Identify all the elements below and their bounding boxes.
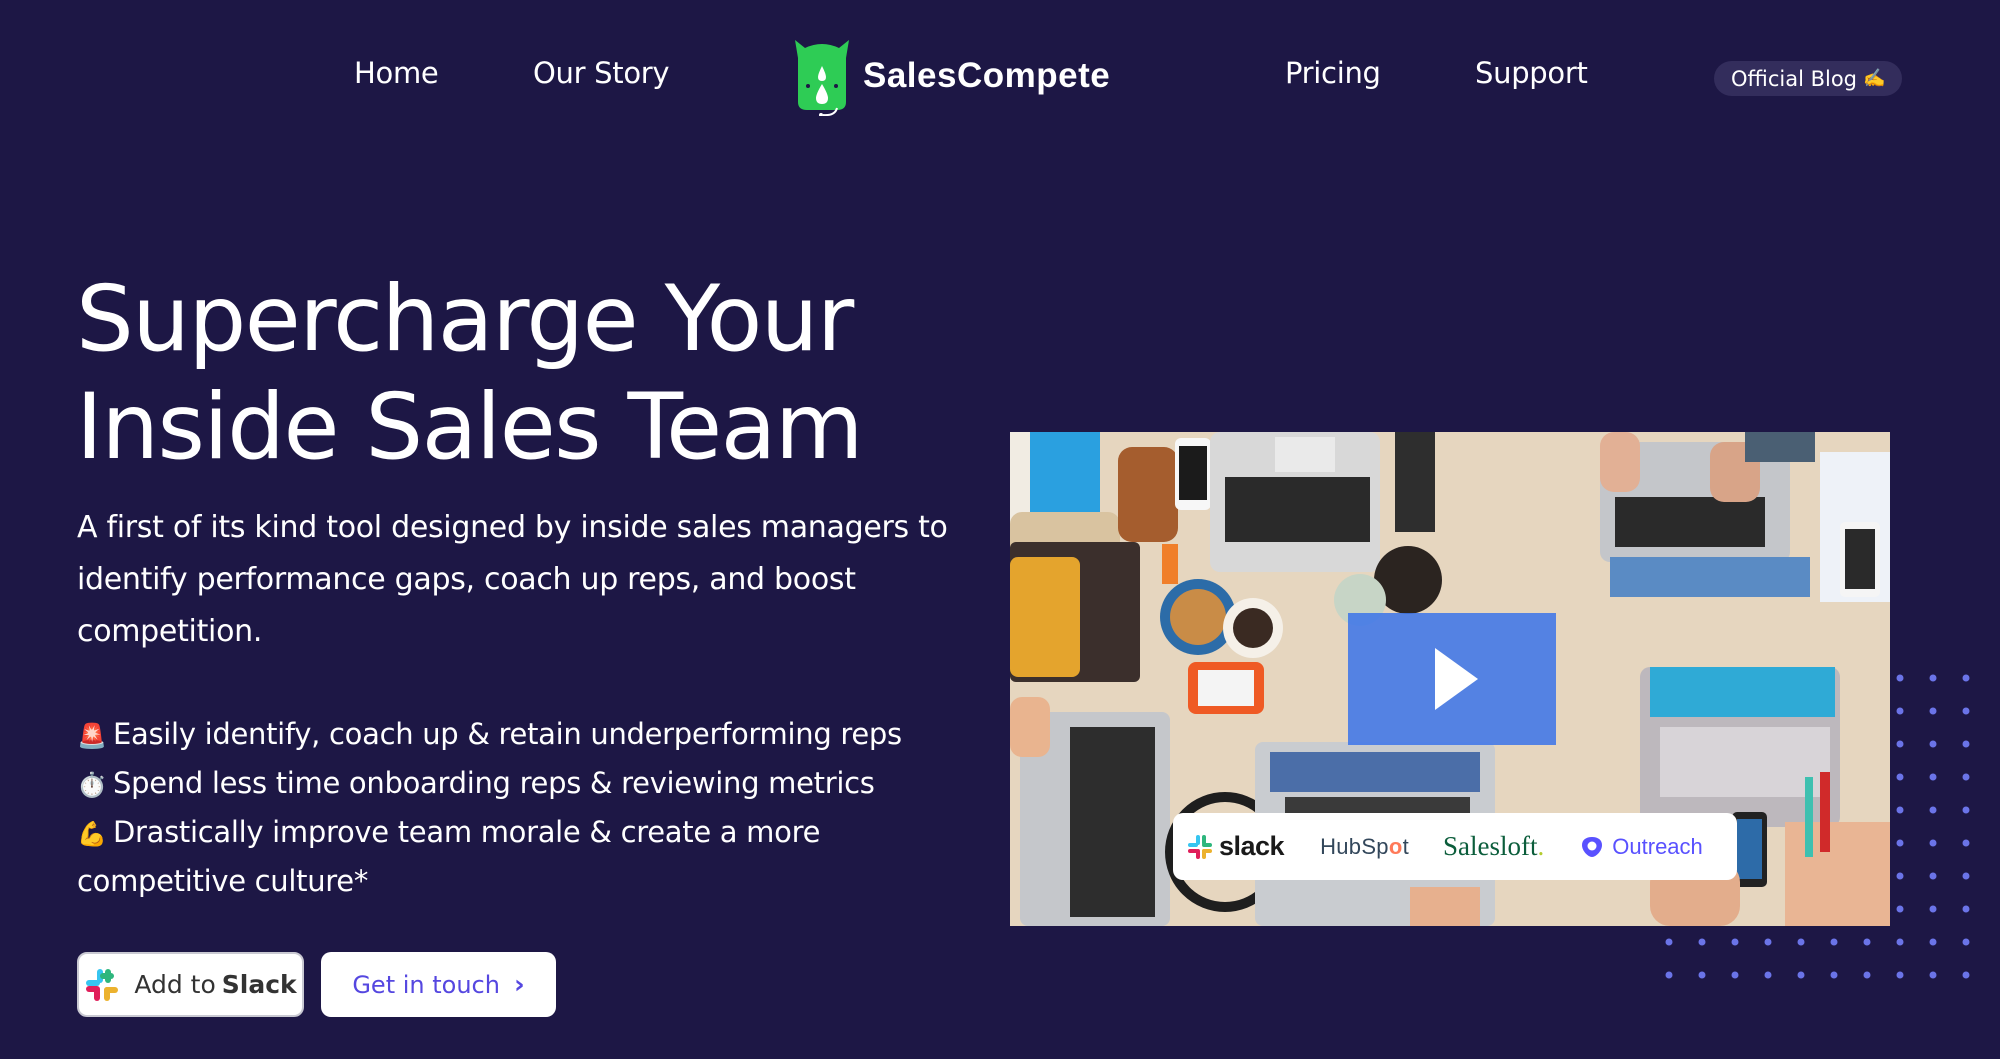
partner-hubspot: HubSp o t bbox=[1320, 834, 1409, 860]
add-to-slack-prefix: Add to bbox=[134, 970, 216, 999]
decorative-dot bbox=[1896, 938, 1904, 946]
decorative-dot bbox=[1896, 707, 1904, 715]
stopwatch-icon: ⏱️ bbox=[77, 771, 107, 799]
outreach-logo-icon bbox=[1582, 836, 1603, 857]
benefit-item: 💪 Drastically improve team morale & creat… bbox=[77, 809, 977, 905]
play-video-button[interactable] bbox=[1348, 613, 1556, 745]
hero-title-line-1: Supercharge Your bbox=[76, 267, 854, 372]
decorative-dot bbox=[1929, 674, 1937, 682]
decorative-dot bbox=[1962, 773, 1970, 781]
play-icon bbox=[1434, 648, 1478, 710]
hero-title-line-2: Inside Sales Team bbox=[76, 375, 864, 480]
decorative-dot bbox=[1962, 938, 1970, 946]
decorative-dot bbox=[1929, 938, 1937, 946]
official-blog-label: Official Blog bbox=[1731, 66, 1858, 91]
partner-outreach-name: Outreach bbox=[1612, 833, 1703, 859]
add-to-slack-button[interactable]: Add to Slack bbox=[77, 952, 304, 1017]
decorative-dot bbox=[1929, 707, 1937, 715]
partner-salesloft: Salesloft. bbox=[1443, 831, 1544, 862]
decorative-dot bbox=[1764, 938, 1772, 946]
decorative-dot bbox=[1863, 971, 1871, 979]
partner-slack: slack bbox=[1187, 831, 1285, 862]
nav-pricing-link[interactable]: Pricing bbox=[1285, 56, 1381, 90]
hero-subtitle: A first of its kind tool designed by ins… bbox=[77, 510, 948, 649]
decorative-dot bbox=[1962, 674, 1970, 682]
decorative-dot bbox=[1698, 971, 1706, 979]
decorative-dot bbox=[1731, 938, 1739, 946]
decorative-dot bbox=[1896, 773, 1904, 781]
slack-logo-icon bbox=[1188, 834, 1212, 859]
brand-logo-link[interactable]: SalesCompete bbox=[793, 36, 1110, 116]
benefits-list: 🚨 Easily identify, coach up & retain unde… bbox=[77, 711, 977, 905]
decorative-dot bbox=[1896, 905, 1904, 913]
nav-home-link[interactable]: Home bbox=[354, 56, 439, 90]
decorative-dot bbox=[1698, 938, 1706, 946]
partner-hubspot-name-part: HubSp bbox=[1320, 833, 1389, 859]
decorative-dot bbox=[1896, 740, 1904, 748]
hubspot-sprocket-icon: o bbox=[1388, 833, 1403, 859]
decorative-dot bbox=[1962, 740, 1970, 748]
decorative-dot bbox=[1896, 971, 1904, 979]
decorative-dot bbox=[1764, 971, 1772, 979]
partner-slack-name: slack bbox=[1219, 831, 1285, 861]
chevron-right-icon: › bbox=[513, 969, 525, 1000]
benefit-item: ⏱️ Spend less time onboarding reps & revi… bbox=[77, 760, 977, 809]
official-blog-link[interactable]: Official Blog ✍️ bbox=[1714, 61, 1903, 96]
partner-salesloft-name: Salesloft bbox=[1443, 831, 1538, 861]
decorative-dot bbox=[1797, 971, 1805, 979]
decorative-dot bbox=[1962, 707, 1970, 715]
slack-logo-icon bbox=[86, 968, 119, 1001]
decorative-dot bbox=[1962, 905, 1970, 913]
siren-icon: 🚨 bbox=[77, 722, 107, 750]
decorative-dot bbox=[1929, 806, 1937, 814]
brand-name: SalesCompete bbox=[863, 56, 1111, 95]
partner-logos-bar: slack HubSp o t Salesloft. Outreach bbox=[1173, 813, 1737, 880]
rhino-logo-icon bbox=[795, 40, 849, 116]
decorative-dot bbox=[1896, 806, 1904, 814]
nav-our-story-link[interactable]: Our Story bbox=[533, 56, 670, 90]
get-in-touch-button[interactable]: Get in touch › bbox=[321, 952, 556, 1017]
benefit-text: Easily identify, coach up & retain under… bbox=[113, 717, 902, 751]
benefit-text: Drastically improve team morale & create… bbox=[77, 815, 821, 898]
nav-support-link[interactable]: Support bbox=[1475, 56, 1588, 90]
decorative-dot bbox=[1797, 938, 1805, 946]
decorative-dot bbox=[1929, 740, 1937, 748]
decorative-dot bbox=[1929, 773, 1937, 781]
salesloft-dot: . bbox=[1537, 831, 1545, 861]
hero-title: Supercharge Your Inside Sales Team bbox=[76, 266, 864, 482]
benefit-text: Spend less time onboarding reps & review… bbox=[113, 766, 875, 800]
decorative-dot bbox=[1896, 839, 1904, 847]
partner-outreach: Outreach bbox=[1580, 834, 1703, 860]
decorative-dot bbox=[1962, 872, 1970, 880]
flexed-biceps-icon: 💪 bbox=[77, 820, 107, 848]
decorative-dot bbox=[1665, 938, 1673, 946]
decorative-dot bbox=[1896, 674, 1904, 682]
partner-hubspot-name-part: t bbox=[1402, 833, 1410, 859]
decorative-dot bbox=[1863, 938, 1871, 946]
product-video[interactable]: slack HubSp o t Salesloft. Outreach bbox=[1010, 432, 1890, 926]
decorative-dot bbox=[1962, 971, 1970, 979]
decorative-dot bbox=[1830, 938, 1838, 946]
decorative-dot bbox=[1731, 971, 1739, 979]
decorative-dot bbox=[1830, 971, 1838, 979]
decorative-dot bbox=[1929, 905, 1937, 913]
benefit-item: 🚨 Easily identify, coach up & retain unde… bbox=[77, 711, 977, 760]
decorative-dot bbox=[1962, 839, 1970, 847]
decorative-dot bbox=[1665, 971, 1673, 979]
decorative-dot bbox=[1929, 872, 1937, 880]
writing-hand-icon: ✍️ bbox=[1863, 68, 1886, 89]
decorative-dot bbox=[1962, 806, 1970, 814]
decorative-dot bbox=[1929, 971, 1937, 979]
decorative-dot bbox=[1896, 872, 1904, 880]
add-to-slack-brand: Slack bbox=[221, 970, 297, 999]
decorative-dot bbox=[1929, 839, 1937, 847]
get-in-touch-label: Get in touch bbox=[352, 970, 500, 999]
